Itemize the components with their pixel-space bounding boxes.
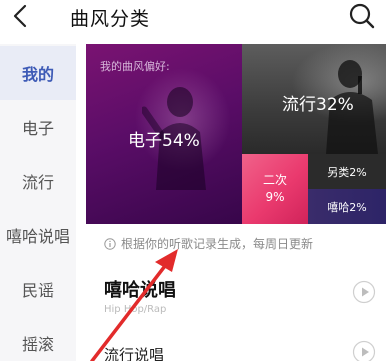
sidebar-item-label: 嘻哈说唱 [5, 227, 70, 246]
sidebar-item-hiphop[interactable]: 嘻哈说唱 [0, 208, 76, 262]
preference-label: 我的曲风偏好: [100, 60, 170, 73]
sidebar-item-label: 流行 [21, 173, 54, 192]
hiphop-percentage: 嘻哈2% [327, 201, 367, 214]
sidebar-item-label: 电子 [21, 119, 54, 138]
section-subtitle: Hip Hop/Rap [104, 304, 167, 315]
sidebar-item-rock[interactable]: 摇滚 [0, 316, 76, 361]
hint-text: 根据你的听歌记录生成，每周日更新 [121, 237, 314, 251]
back-chevron-icon[interactable] [8, 2, 34, 30]
section-title-pop-rap[interactable]: 流行说唱 [104, 344, 164, 361]
sidebar-item-mine[interactable]: 我的 [0, 46, 76, 100]
main-content: 我的曲风偏好: 电子54% 流行32% 二次 9% 另类2% 嘻哈2% 根据你的… [86, 44, 386, 361]
sidebar-item-pop[interactable]: 流行 [0, 154, 76, 208]
search-icon[interactable] [348, 2, 376, 30]
update-hint: 根据你的听歌记录生成，每周日更新 [104, 235, 313, 252]
page-title: 曲风分类 [70, 8, 151, 30]
anime-label: 二次 [262, 173, 287, 187]
tile-hiphop[interactable]: 嘻哈2% [308, 189, 386, 224]
electronic-percentage: 电子54% [128, 131, 200, 151]
sidebar-item-label: 摇滚 [21, 335, 54, 354]
genre-sidebar: 我的 电子 流行 嘻哈说唱 民谣 摇滚 [0, 44, 76, 361]
section-title-hiphop[interactable]: 嘻哈说唱 [104, 276, 176, 302]
top-bar: 曲风分类 [0, 0, 386, 36]
pop-percentage: 流行32% [282, 95, 354, 115]
info-icon [104, 237, 116, 250]
sidebar-item-label: 民谣 [21, 281, 54, 300]
tile-alternative[interactable]: 另类2% [308, 154, 386, 189]
tile-anime[interactable]: 二次 9% [242, 154, 308, 224]
play-icon[interactable] [352, 280, 376, 304]
tile-electronic[interactable]: 我的曲风偏好: 电子54% [86, 44, 242, 224]
tile-pop[interactable]: 流行32% [242, 44, 386, 154]
anime-value: 9% [265, 190, 285, 204]
alternative-percentage: 另类2% [327, 166, 367, 179]
sidebar-item-label: 我的 [21, 65, 54, 84]
play-icon[interactable] [352, 340, 376, 361]
sidebar-item-folk[interactable]: 民谣 [0, 262, 76, 316]
genre-preference-mosaic: 我的曲风偏好: 电子54% 流行32% 二次 9% 另类2% 嘻哈2% [86, 44, 386, 224]
anime-percentage: 二次 9% [242, 172, 308, 206]
sidebar-item-electronic[interactable]: 电子 [0, 100, 76, 154]
